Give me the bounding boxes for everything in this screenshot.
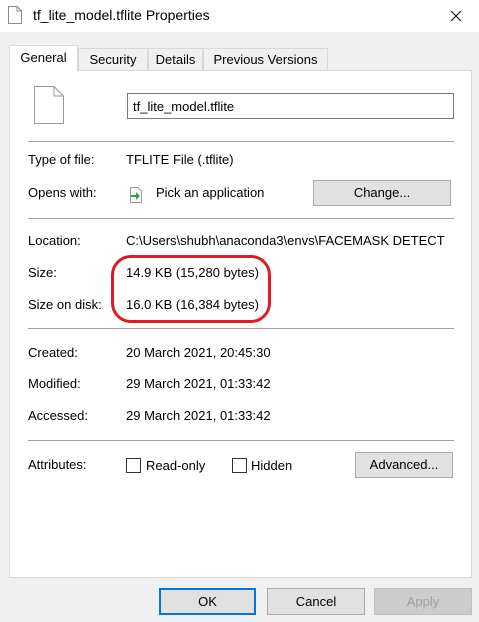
hidden-checkbox[interactable] (232, 458, 247, 473)
divider (28, 218, 454, 219)
tab-details[interactable]: Details (148, 48, 203, 70)
size-on-disk-label: Size on disk: (28, 297, 102, 312)
accessed-label: Accessed: (28, 408, 88, 423)
hidden-label[interactable]: Hidden (251, 458, 292, 473)
created-value: 20 March 2021, 20:45:30 (126, 345, 271, 360)
tab-security[interactable]: Security (78, 48, 148, 70)
size-value: 14.9 KB (15,280 bytes) (126, 265, 259, 280)
location-label: Location: (28, 233, 81, 248)
advanced-button[interactable]: Advanced... (355, 452, 453, 478)
tab-general[interactable]: General (9, 45, 78, 72)
window-title: tf_lite_model.tflite Properties (33, 7, 210, 23)
size-label: Size: (28, 265, 57, 280)
size-on-disk-value: 16.0 KB (16,384 bytes) (126, 297, 259, 312)
divider (28, 440, 454, 441)
opens-with-value: Pick an application (156, 185, 265, 200)
change-button[interactable]: Change... (313, 180, 451, 206)
divider (28, 141, 454, 142)
close-icon (450, 10, 462, 22)
title-bar: tf_lite_model.tflite Properties (0, 0, 479, 32)
read-only-label[interactable]: Read-only (146, 458, 205, 473)
modified-value: 29 March 2021, 01:33:42 (126, 376, 271, 391)
type-of-file-label: Type of file: (28, 152, 95, 167)
divider (28, 328, 454, 329)
location-value: C:\Users\shubh\anaconda3\envs\FACEMASK D… (126, 233, 445, 248)
modified-label: Modified: (28, 376, 81, 391)
ok-button[interactable]: OK (159, 588, 256, 615)
file-icon (34, 86, 64, 124)
cancel-button[interactable]: Cancel (267, 588, 365, 615)
type-of-file-value: TFLITE File (.tflite) (126, 152, 234, 167)
general-panel (9, 70, 472, 578)
file-icon (8, 6, 22, 24)
tab-previous-versions[interactable]: Previous Versions (203, 48, 328, 70)
opens-with-label: Opens with: (28, 185, 97, 200)
created-label: Created: (28, 345, 78, 360)
read-only-checkbox[interactable] (126, 458, 141, 473)
green-arrow-icon (130, 187, 142, 203)
accessed-value: 29 March 2021, 01:33:42 (126, 408, 271, 423)
file-name-input[interactable] (127, 93, 454, 119)
close-button[interactable] (433, 0, 479, 32)
apply-button[interactable]: Apply (374, 588, 472, 615)
attributes-label: Attributes: (28, 457, 87, 472)
